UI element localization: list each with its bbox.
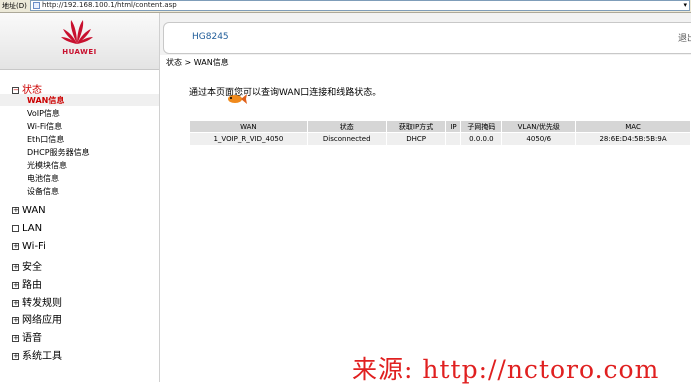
nav-security[interactable]: + 安全 [12,258,42,273]
nav-forward-label: 转发规则 [22,298,62,309]
plus-box-icon: + [12,315,19,324]
status-item-battery[interactable]: 电池信息 [27,173,59,184]
status-item-dhcp[interactable]: DHCP服务器信息 [27,147,90,158]
cell-subnet: 0.0.0.0 [460,132,503,146]
nav-route[interactable]: + 路由 [12,276,42,291]
minus-box-icon: − [12,85,19,94]
nav-route-label: 路由 [22,280,42,291]
col-ip-mode: 获取IP方式 [385,120,447,133]
address-url: http://192.168.100.1/html/content.asp [42,1,177,9]
col-subnet: 子网掩码 [460,120,503,133]
status-item-eth[interactable]: Eth口信息 [27,134,64,145]
device-model: HG8245 [192,32,229,42]
status-item-voip[interactable]: VoIP信息 [27,108,60,119]
nav-wan-label: WAN [22,205,46,216]
cell-vlan: 4050/6 [501,132,577,146]
breadcrumb: 状态 > WAN信息 [166,58,229,67]
watermark-text: 来源: http://nctoro.com [352,355,660,384]
page-description: 通过本页面您可以查询WAN口连接和线路状态。 [189,88,382,98]
table-header-row: WAN 状态 获取IP方式 IP 子网掩码 VLAN/优先级 MAC [189,120,691,133]
status-item-device[interactable]: 设备信息 [27,186,59,197]
status-item-wifi[interactable]: Wi-Fi信息 [27,121,62,132]
nav-netapp[interactable]: + 网络应用 [12,311,62,326]
cell-ip [445,132,462,146]
cell-mac: 28:6E:D4:5B:5B:9A [575,132,691,146]
dropdown-arrow-icon[interactable]: ▾ [683,1,687,9]
nav-systools-label: 系统工具 [22,351,62,362]
address-input[interactable]: http://192.168.100.1/html/content.asp ▾ [30,0,690,11]
logout-link[interactable]: 退出 [678,31,691,44]
wan-info-table: WAN 状态 获取IP方式 IP 子网掩码 VLAN/优先级 MAC 1_VOI… [189,120,691,146]
nav-lan-label: LAN [22,223,43,234]
col-wan: WAN [189,120,308,133]
plus-box-icon: + [12,241,19,250]
plus-box-icon: + [12,351,19,360]
plus-box-icon: + [12,298,19,307]
nav-security-label: 安全 [22,262,42,273]
page-icon [33,2,40,9]
plus-box-icon: + [12,205,19,214]
plus-box-icon: + [12,333,19,342]
plus-box-icon: + [12,262,19,271]
plus-box-icon: + [12,280,19,289]
nav-status[interactable]: − 状态 [12,81,42,96]
status-item-wan[interactable]: WAN信息 [27,95,64,106]
sidebar: HUAWEI − 状态 WAN信息 VoIP信息 Wi-Fi信息 Eth口信息 D… [0,13,160,382]
col-vlan: VLAN/优先级 [501,120,577,133]
cell-ip-mode: DHCP [385,132,447,146]
fish-cursor-icon [228,94,247,104]
logo-area: HUAWEI [0,13,159,70]
nav-netapp-label: 网络应用 [22,315,62,326]
status-item-optical[interactable]: 光模块信息 [27,160,67,171]
address-label: 地址(D) [2,2,27,10]
address-bar: 地址(D) http://192.168.100.1/html/content.… [0,0,691,13]
cell-status: Disconnected [306,132,387,146]
col-status: 状态 [306,120,387,133]
huawei-logo-icon [61,20,93,44]
empty-box-icon [12,224,19,232]
col-ip: IP [445,120,462,133]
col-mac: MAC [575,120,691,133]
nav-forward[interactable]: + 转发规则 [12,294,62,309]
logo-text: HUAWEI [62,48,97,56]
cell-wan: 1_VOIP_R_VID_4050 [189,132,308,146]
nav-systools[interactable]: + 系统工具 [12,347,62,362]
nav-wifi[interactable]: + Wi-Fi [12,241,46,252]
nav-voice[interactable]: + 语音 [12,329,42,344]
nav-voice-label: 语音 [22,333,42,344]
header-bar: HG8245 退出 [163,22,691,54]
table-row: 1_VOIP_R_VID_4050 Disconnected DHCP 0.0.… [189,132,691,146]
nav-lan[interactable]: LAN [12,223,42,234]
nav-wan[interactable]: + WAN [12,205,46,216]
nav-wifi-label: Wi-Fi [22,241,46,252]
